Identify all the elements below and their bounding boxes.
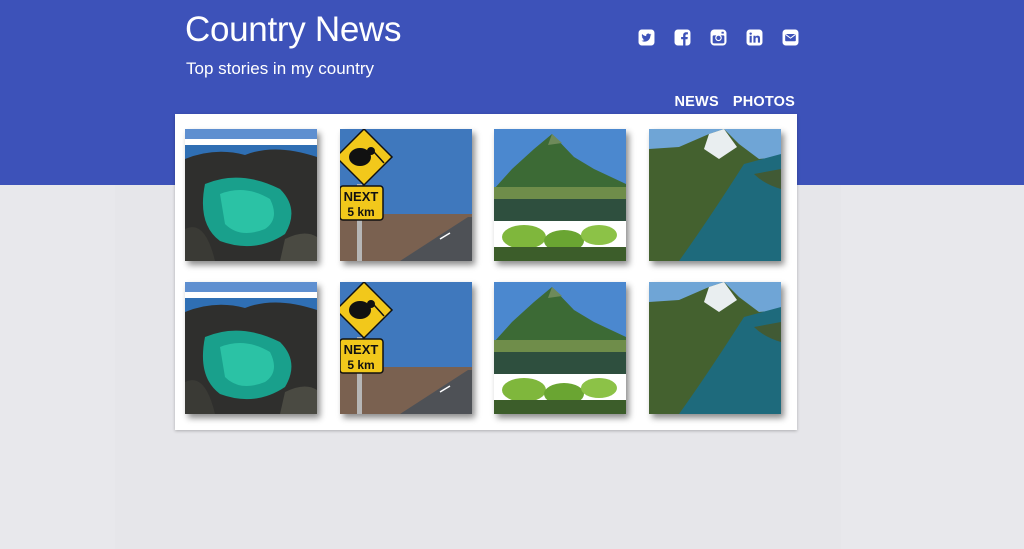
- site-subtitle: Top stories in my country: [186, 59, 375, 78]
- sign-distance-text: 5 km: [347, 358, 374, 372]
- instagram-icon[interactable]: [710, 29, 727, 46]
- sign-next-text: NEXT: [344, 342, 379, 357]
- sign-next-text: NEXT: [344, 189, 379, 204]
- main-nav: NEWS PHOTOS: [675, 94, 795, 110]
- photo-coastal-rock-pool[interactable]: [185, 282, 317, 414]
- photo-mountain-lake[interactable]: [494, 282, 626, 414]
- linkedin-icon[interactable]: [746, 29, 763, 46]
- site-title[interactable]: Country News: [185, 10, 402, 50]
- photo-fjord-aerial[interactable]: [649, 129, 781, 261]
- photo-kiwi-road-sign[interactable]: NEXT 5 km: [340, 282, 472, 414]
- photo-fjord-aerial[interactable]: [649, 282, 781, 414]
- nav-photos[interactable]: PHOTOS: [733, 94, 795, 110]
- facebook-icon[interactable]: [674, 29, 691, 46]
- nav-news[interactable]: NEWS: [675, 94, 719, 110]
- twitter-icon[interactable]: [638, 29, 655, 46]
- social-links: [638, 29, 799, 46]
- photo-coastal-rock-pool[interactable]: [185, 129, 317, 261]
- photo-kiwi-road-sign[interactable]: NEXT 5 km: [340, 129, 472, 261]
- photo-gallery: NEXT 5 km NEXT 5 km: [175, 114, 797, 430]
- email-icon[interactable]: [782, 29, 799, 46]
- photo-mountain-lake[interactable]: [494, 129, 626, 261]
- sign-distance-text: 5 km: [347, 205, 374, 219]
